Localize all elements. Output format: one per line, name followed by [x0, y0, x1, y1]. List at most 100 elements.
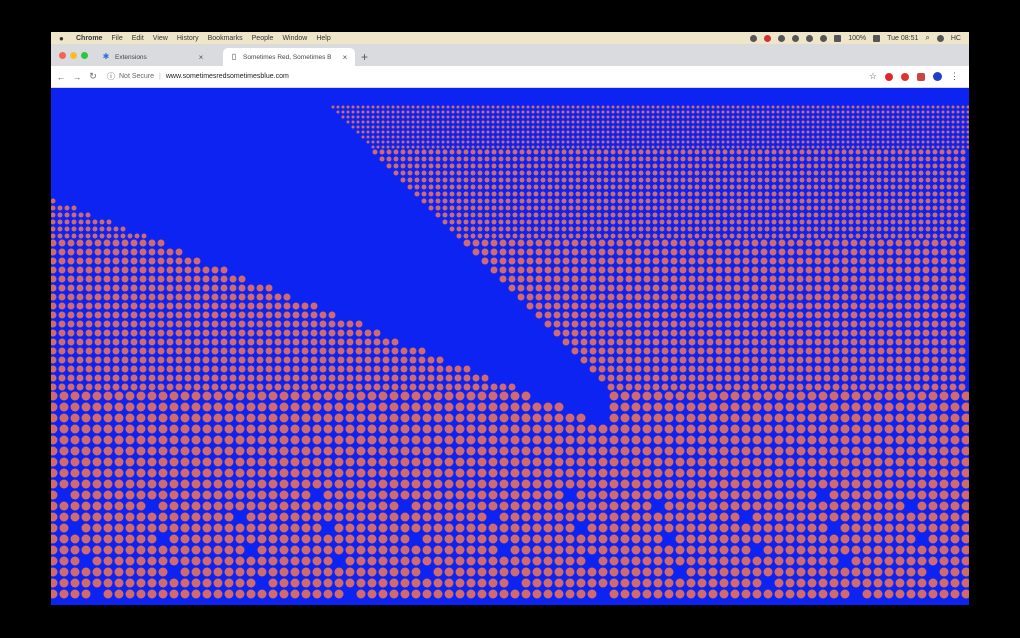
octopus-sprite: [926, 125, 930, 129]
minimize-window-icon[interactable]: [70, 52, 77, 59]
octopus-sprite: [666, 226, 672, 232]
octopus-sprite: [886, 135, 890, 139]
user-name[interactable]: HC: [951, 35, 961, 42]
octopus-sprite: [931, 284, 939, 292]
url-text[interactable]: www.sometimesredsometimesblue.com: [166, 73, 289, 80]
octopus-sprite: [939, 457, 949, 467]
octopus-sprite: [257, 424, 267, 434]
octopus-sprite: [59, 556, 69, 566]
battery-icon[interactable]: [873, 34, 881, 42]
octopus-sprite: [505, 219, 511, 225]
octopus-sprite: [279, 413, 289, 423]
octopus-sprite: [911, 170, 917, 176]
octopus-sprite: [666, 177, 672, 183]
octopus-sprite: [301, 391, 311, 401]
bookmark-star-icon[interactable]: ☆: [869, 71, 877, 82]
menu-edit[interactable]: Edit: [132, 35, 144, 42]
octopus-sprite: [274, 320, 282, 328]
menu-chrome[interactable]: Chrome: [76, 35, 102, 42]
octopus-sprite: [446, 110, 450, 114]
octopus-sprite: [741, 545, 751, 555]
volume-icon[interactable]: [820, 34, 828, 42]
octopus-sprite: [617, 219, 623, 225]
octopus-sprite: [764, 170, 770, 176]
octopus-sprite: [346, 110, 350, 114]
octopus-sprite: [224, 391, 234, 401]
opera-extension-icon[interactable]: [885, 72, 893, 81]
octopus-sprite: [531, 105, 535, 109]
octopus-sprite: [58, 311, 66, 319]
menu-bookmarks[interactable]: Bookmarks: [208, 35, 243, 42]
octopus-sprite: [51, 534, 58, 544]
forward-button[interactable]: →: [71, 72, 83, 82]
octopus-sprite: [666, 145, 670, 149]
clock[interactable]: Tue 08:51: [887, 35, 918, 42]
close-tab-icon[interactable]: ×: [341, 53, 349, 62]
octopus-sprite: [229, 284, 237, 292]
close-window-icon[interactable]: [59, 52, 66, 59]
status-icon[interactable]: [778, 34, 786, 42]
page-viewport[interactable]: [51, 88, 969, 605]
record-icon[interactable]: [764, 34, 772, 42]
info-icon[interactable]: ⓘ: [107, 71, 115, 82]
octopus-sprite: [409, 374, 417, 382]
octopus-sprite: [610, 170, 616, 176]
octopus-sprite: [659, 163, 665, 169]
octopus-sprite: [301, 479, 311, 489]
spotlight-icon[interactable]: ⌕: [925, 33, 929, 43]
octopus-sprite: [301, 329, 309, 337]
wifi-icon[interactable]: [806, 34, 814, 42]
octopus-sprite: [581, 135, 585, 139]
octopus-sprite: [917, 468, 927, 478]
new-tab-button[interactable]: +: [361, 50, 368, 64]
menu-history[interactable]: History: [177, 35, 199, 42]
octopus-sprite: [949, 383, 957, 391]
octopus-sprite: [673, 198, 679, 204]
menu-file[interactable]: File: [111, 35, 122, 42]
octopus-sprite: [596, 212, 602, 218]
octopus-sprite: [752, 435, 762, 445]
octopus-sprite: [120, 226, 126, 232]
octopus-sprite: [481, 120, 485, 124]
address-bar[interactable]: ⓘ Not Secure | www.sometimesredsometimes…: [107, 71, 869, 82]
octopus-sprite: [519, 212, 525, 218]
tab-active-page[interactable]: ▯ Sometimes Red, Sometimes B ×: [223, 48, 355, 66]
menu-kebab-icon[interactable]: ⋮: [950, 71, 959, 82]
menu-help[interactable]: Help: [316, 35, 330, 42]
menu-people[interactable]: People: [252, 35, 274, 42]
octopus-sprite: [851, 512, 861, 522]
octopus-sprite: [157, 347, 165, 355]
octopus-sprite: [911, 135, 915, 139]
display-icon[interactable]: [834, 34, 842, 42]
octopus-sprite: [625, 266, 633, 274]
close-tab-icon[interactable]: ×: [197, 53, 205, 62]
back-button[interactable]: ←: [55, 72, 67, 82]
octopus-sprite: [531, 120, 535, 124]
bluetooth-icon[interactable]: [792, 34, 800, 42]
reload-button[interactable]: ↻: [87, 71, 99, 82]
octopus-sprite: [951, 135, 955, 139]
octopus-sprite: [477, 479, 487, 489]
user-avatar-icon[interactable]: [936, 34, 944, 42]
status-icon[interactable]: [750, 34, 758, 42]
octopus-sprite: [696, 135, 700, 139]
octopus-sprite: [636, 125, 640, 129]
menu-view[interactable]: View: [153, 35, 168, 42]
octopus-sprite: [687, 149, 693, 155]
puzzle-extension-icon[interactable]: [917, 72, 925, 81]
octopus-sprite: [774, 479, 784, 489]
octopus-sprite: [796, 424, 806, 434]
octopus-sprite: [736, 149, 742, 155]
octopus-sprite: [516, 125, 520, 129]
octopus-sprite: [911, 110, 915, 114]
octopus-sprite: [785, 479, 795, 489]
octopus-sprite: [323, 468, 333, 478]
octopus-sprite: [752, 413, 762, 423]
octopus-sprite: [481, 248, 489, 256]
tab-extensions[interactable]: ✱ Extensions ×: [95, 48, 211, 66]
profile-icon[interactable]: [933, 72, 942, 81]
apple-menu-icon[interactable]: ●: [59, 34, 69, 43]
stop-extension-icon[interactable]: [901, 72, 909, 81]
menu-window[interactable]: Window: [282, 35, 307, 42]
maximize-window-icon[interactable]: [81, 52, 88, 59]
